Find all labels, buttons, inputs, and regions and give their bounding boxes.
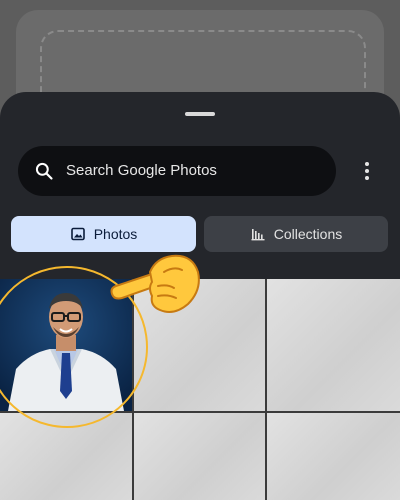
drag-handle[interactable] [185, 112, 215, 116]
tab-photos-label: Photos [93, 226, 138, 242]
pointing-hand-icon [110, 254, 200, 313]
image-icon [70, 227, 85, 241]
grid-photo[interactable] [267, 413, 400, 500]
grid-photo[interactable] [267, 279, 400, 411]
more-options-icon[interactable] [352, 156, 382, 186]
search-icon [35, 162, 53, 180]
search-input[interactable]: Search Google Photos [66, 146, 217, 196]
collections-icon [251, 229, 265, 241]
tab-collections[interactable]: Collections [204, 216, 388, 252]
search-bar[interactable]: Search Google Photos [18, 146, 336, 196]
grid-photo[interactable] [134, 413, 265, 500]
tab-photos[interactable]: Photos [11, 216, 196, 252]
tab-collections-label: Collections [273, 226, 343, 242]
